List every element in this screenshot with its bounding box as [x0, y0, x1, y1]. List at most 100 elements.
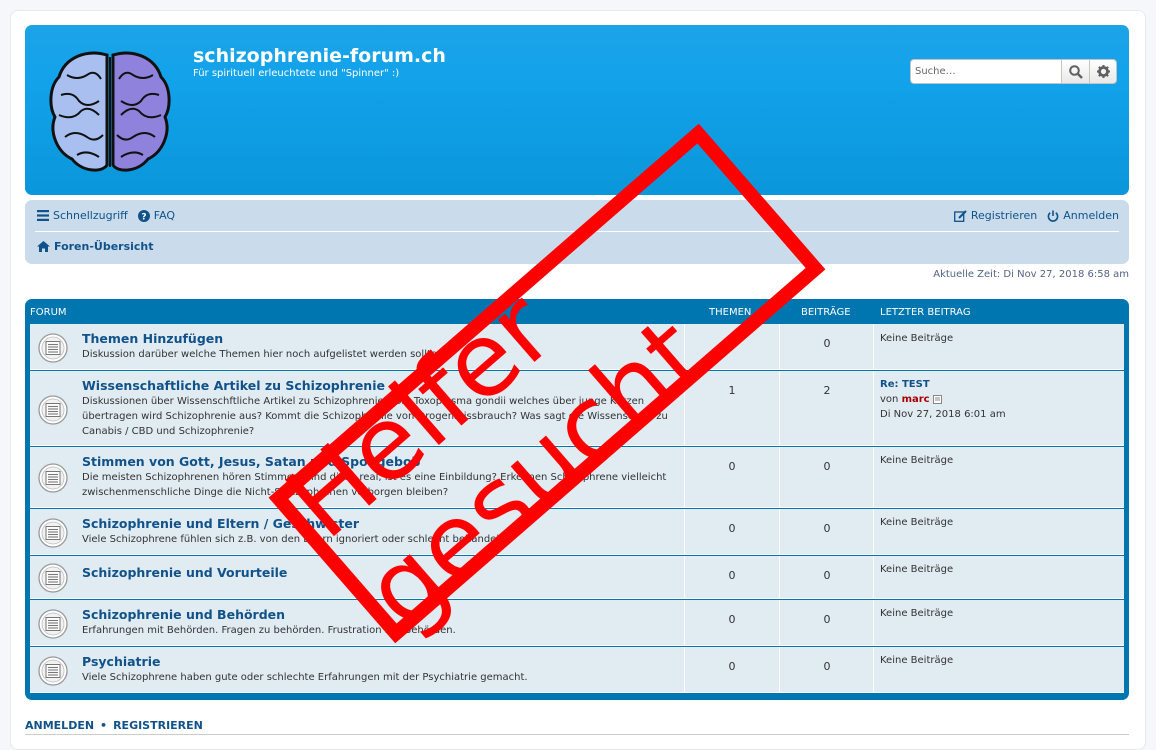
- posts-count: 0: [823, 660, 831, 673]
- topics-count: 0: [728, 337, 736, 350]
- column-divider: [684, 324, 685, 369]
- navbar: Schnellzugriff ? FAQ Registrieren Anmeld…: [25, 200, 1129, 264]
- nav-left: Schnellzugriff ? FAQ: [37, 209, 185, 222]
- forum-row[interactable]: Themen Hinzufügen Diskussion darüber welc…: [30, 324, 1124, 370]
- forum-row[interactable]: Schizophrenie und Eltern / Geschwister Vi…: [30, 509, 1124, 555]
- column-divider: [684, 556, 685, 598]
- forum-description: Erfahrungen mit Behörden. Fragen zu behö…: [82, 625, 456, 636]
- last-post-title[interactable]: Re: TEST: [880, 377, 1006, 392]
- faq-label: FAQ: [153, 209, 176, 222]
- forum-read-icon: [38, 333, 68, 363]
- column-divider: [873, 556, 874, 598]
- search-box: [910, 59, 1117, 84]
- topics-count: 1: [728, 384, 736, 397]
- last-post: Keine Beiträge: [880, 455, 954, 466]
- view-post-icon[interactable]: [932, 394, 942, 404]
- footer-divider: [25, 734, 1129, 735]
- register-label: Registrieren: [970, 209, 1038, 222]
- header-topics: Themen: [709, 307, 752, 318]
- site-title[interactable]: schizophrenie-forum.ch: [193, 45, 446, 67]
- topics-count: 0: [728, 569, 736, 582]
- edit-icon: [953, 209, 967, 222]
- forum-title[interactable]: Schizophrenie und Vorurteile: [82, 565, 287, 580]
- forum-description: Diskussion darüber welche Themen hier no…: [82, 349, 444, 360]
- login-link[interactable]: Anmelden: [1047, 209, 1119, 222]
- forum-read-icon: [38, 656, 68, 686]
- forum-title[interactable]: Psychiatrie: [82, 654, 160, 669]
- forum-list: Forum Themen Beiträge Letzter Beitrag Th…: [25, 299, 1129, 700]
- column-divider: [779, 509, 780, 554]
- posts-count: 0: [823, 522, 831, 535]
- last-post: Keine Beiträge: [880, 333, 954, 344]
- faq-link[interactable]: ? FAQ: [137, 209, 176, 222]
- footer-separator: •: [100, 719, 108, 732]
- search-button[interactable]: [1061, 59, 1090, 84]
- footer-register-link[interactable]: REGISTRIEREN: [113, 719, 203, 732]
- forum-read-icon: [38, 463, 68, 493]
- power-icon: [1047, 210, 1059, 222]
- forum-row[interactable]: Schizophrenie und Behörden Erfahrungen mi…: [30, 600, 1124, 646]
- forum-title[interactable]: Stimmen von Gott, Jesus, Satan und Spong…: [82, 454, 420, 469]
- svg-text:?: ?: [141, 212, 146, 222]
- quick-links-menu[interactable]: Schnellzugriff: [37, 209, 128, 222]
- posts-count: 2: [823, 384, 831, 397]
- current-time: Aktuelle Zeit: Di Nov 27, 2018 6:58 am: [933, 269, 1129, 280]
- posts-count: 0: [823, 460, 831, 473]
- header-posts: Beiträge: [801, 307, 851, 318]
- column-divider: [684, 647, 685, 692]
- forum-row[interactable]: Stimmen von Gott, Jesus, Satan und Spong…: [30, 447, 1124, 508]
- forum-read-icon: [38, 609, 68, 639]
- last-post-author[interactable]: marc: [902, 394, 930, 405]
- column-divider: [873, 324, 874, 369]
- nav-right: Registrieren Anmelden: [953, 209, 1119, 222]
- breadcrumb: Foren-Übersicht: [37, 240, 164, 253]
- brain-logo[interactable]: [47, 47, 173, 177]
- site-header: schizophrenie-forum.ch Für spirituell er…: [25, 25, 1129, 195]
- last-post: Keine Beiträge: [880, 517, 954, 528]
- column-divider: [684, 447, 685, 507]
- last-post: Keine Beiträge: [880, 564, 954, 575]
- column-divider: [779, 447, 780, 507]
- last-post: Keine Beiträge: [880, 655, 954, 666]
- forum-title[interactable]: Wissenschaftliche Artikel zu Schizophren…: [82, 378, 385, 393]
- forum-list-header: Forum Themen Beiträge Letzter Beitrag: [25, 299, 1129, 324]
- forum-description: Viele Schizophrene fühlen sich z.B. von …: [82, 534, 507, 545]
- column-divider: [684, 600, 685, 645]
- search-input[interactable]: [910, 59, 1061, 84]
- column-divider: [779, 647, 780, 692]
- site-description: Für spirituell erleuchtete und "Spinner"…: [193, 68, 400, 79]
- forum-description: Die meisten Schizophrenen hören Stimmen,…: [82, 472, 667, 498]
- forum-row[interactable]: Psychiatrie Viele Schizophrene haben gute…: [30, 647, 1124, 693]
- column-divider: [779, 371, 780, 445]
- forum-row[interactable]: Wissenschaftliche Artikel zu Schizophren…: [30, 371, 1124, 446]
- quick-links-label: Schnellzugriff: [53, 209, 128, 222]
- column-divider: [873, 509, 874, 554]
- nav-divider: [35, 231, 1119, 232]
- register-link[interactable]: Registrieren: [953, 209, 1038, 222]
- forum-row[interactable]: Schizophrenie und Vorurteile 0 0 Keine Beit…: [30, 556, 1124, 599]
- forum-description: Viele Schizophrene haben gute oder schle…: [82, 672, 528, 683]
- topics-count: 0: [728, 613, 736, 626]
- search-icon: [1068, 64, 1083, 79]
- column-divider: [873, 371, 874, 445]
- advanced-search-button[interactable]: [1090, 59, 1117, 84]
- forum-title[interactable]: Themen Hinzufügen: [82, 331, 223, 346]
- forum-description: Diskussionen über Wissenschftliche Artik…: [82, 396, 668, 437]
- posts-count: 0: [823, 613, 831, 626]
- forum-title[interactable]: Schizophrenie und Eltern / Geschwister: [82, 516, 359, 531]
- hamburger-icon: [37, 210, 49, 221]
- forum-title[interactable]: Schizophrenie und Behörden: [82, 607, 285, 622]
- last-post: Keine Beiträge: [880, 608, 954, 619]
- header-forum: Forum: [30, 307, 67, 318]
- column-divider: [873, 600, 874, 645]
- column-divider: [873, 447, 874, 507]
- breadcrumb-label: Foren-Übersicht: [54, 240, 154, 253]
- column-divider: [684, 509, 685, 554]
- column-divider: [779, 600, 780, 645]
- home-icon: [37, 241, 50, 252]
- posts-count: 0: [823, 569, 831, 582]
- footer-login-link[interactable]: ANMELDEN: [25, 719, 94, 732]
- column-divider: [779, 324, 780, 369]
- breadcrumb-home[interactable]: Foren-Übersicht: [37, 240, 154, 253]
- topics-count: 0: [728, 460, 736, 473]
